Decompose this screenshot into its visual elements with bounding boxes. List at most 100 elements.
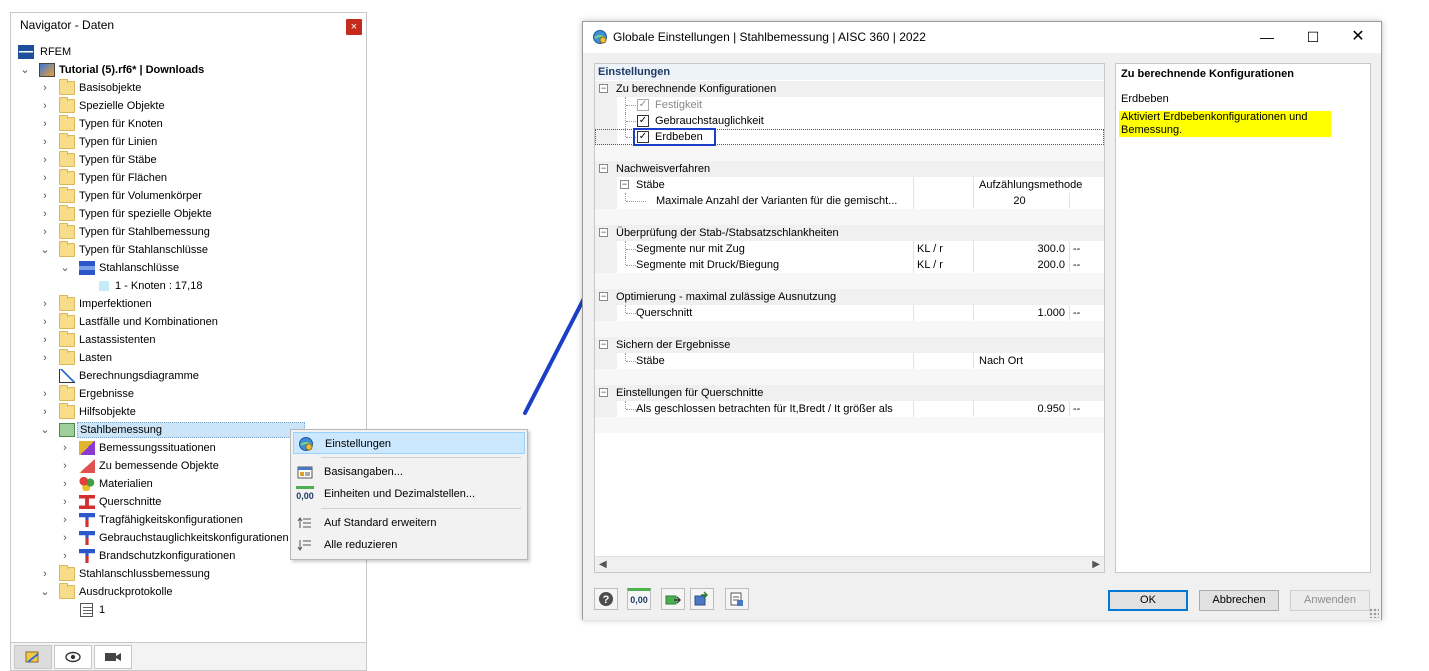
chevron-right-icon[interactable]: › bbox=[39, 151, 51, 169]
tree-label: Brandschutzkonfigurationen bbox=[99, 550, 236, 562]
festigkeit-checkbox[interactable]: ✓ bbox=[637, 99, 649, 111]
settings-grid: Einstellungen − Zu berechnende Konfigura… bbox=[594, 63, 1105, 573]
menu-item-label: Einheiten und Dezimalstellen... bbox=[324, 488, 476, 500]
sichern-value[interactable]: Nach Ort bbox=[973, 353, 1104, 369]
chevron-right-icon[interactable]: › bbox=[39, 97, 51, 115]
menu-item-basisangaben[interactable]: Basisangaben... bbox=[293, 461, 525, 483]
chevron-right-icon[interactable]: › bbox=[39, 187, 51, 205]
section-schlankheit[interactable]: − Überprüfung der Stab-/Stabsatzschlankh… bbox=[595, 225, 1104, 241]
grid-indent bbox=[595, 257, 617, 273]
scroll-right-icon[interactable]: ▶ bbox=[1092, 559, 1100, 570]
document-button[interactable] bbox=[725, 588, 749, 610]
chevron-right-icon[interactable]: › bbox=[59, 493, 71, 511]
horizontal-scrollbar[interactable]: ◀ ▶ bbox=[595, 556, 1104, 572]
row-gebrauchstauglichkeit[interactable]: ✓ Gebrauchstauglichkeit bbox=[595, 113, 1104, 129]
resize-grip[interactable] bbox=[1369, 608, 1379, 618]
chevron-right-icon[interactable]: › bbox=[39, 223, 51, 241]
collapse-icon[interactable]: − bbox=[599, 388, 608, 397]
menu-item-reduzieren[interactable]: Alle reduzieren bbox=[293, 534, 525, 556]
steel-connection-icon bbox=[79, 261, 95, 275]
section-querschnitte[interactable]: − Einstellungen für Querschnitte bbox=[595, 385, 1104, 401]
geschlossen-value[interactable]: 0.950 bbox=[973, 401, 1069, 417]
collapse-icon[interactable]: − bbox=[599, 292, 608, 301]
chevron-right-icon[interactable]: › bbox=[39, 79, 51, 97]
close-icon[interactable]: × bbox=[346, 19, 362, 35]
chevron-right-icon[interactable]: › bbox=[59, 439, 71, 457]
chevron-down-icon[interactable]: ⌄ bbox=[39, 583, 51, 601]
help-button[interactable]: ? bbox=[594, 588, 618, 610]
dialog-body: Einstellungen − Zu berechnende Konfigura… bbox=[583, 53, 1381, 620]
row-querschnitt[interactable]: Querschnitt 1.000 -- bbox=[595, 305, 1104, 321]
spacer-row bbox=[595, 145, 1104, 161]
row-segmente-zug[interactable]: Segmente nur mit Zug KL / r 300.0 -- bbox=[595, 241, 1104, 257]
chevron-down-icon[interactable]: ⌄ bbox=[39, 241, 51, 259]
section-nachweisverfahren[interactable]: − Nachweisverfahren bbox=[595, 161, 1104, 177]
chevron-right-icon[interactable]: › bbox=[39, 169, 51, 187]
row-segmente-druck[interactable]: Segmente mit Druck/Biegung KL / r 200.0 … bbox=[595, 257, 1104, 273]
chevron-down-icon[interactable]: ⌄ bbox=[19, 61, 31, 79]
menu-item-erweitern[interactable]: Auf Standard erweitern bbox=[293, 512, 525, 534]
chevron-down-icon[interactable]: ⌄ bbox=[39, 421, 51, 439]
chevron-right-icon[interactable]: › bbox=[39, 349, 51, 367]
close-icon[interactable]: ✕ bbox=[1348, 27, 1368, 47]
collapse-icon[interactable]: − bbox=[599, 84, 608, 93]
chevron-down-icon[interactable]: ⌄ bbox=[59, 259, 71, 277]
collapse-icon[interactable]: − bbox=[599, 340, 608, 349]
section-sichern[interactable]: − Sichern der Ergebnisse bbox=[595, 337, 1104, 353]
settings-globe-icon bbox=[297, 436, 315, 452]
export-button[interactable] bbox=[690, 588, 714, 610]
chevron-right-icon[interactable]: › bbox=[59, 511, 71, 529]
apply-button[interactable]: Anwenden bbox=[1290, 590, 1370, 611]
row-max-varianten[interactable]: Maximale Anzahl der Varianten für die ge… bbox=[595, 193, 1104, 209]
section-label: Überprüfung der Stab-/Stabsatzschlankhei… bbox=[616, 227, 839, 239]
row-sichern-staebe[interactable]: Stäbe Nach Ort bbox=[595, 353, 1104, 369]
decimal-places-button[interactable]: 0,00 bbox=[627, 588, 651, 610]
tree-line bbox=[626, 361, 636, 362]
max-varianten-value[interactable]: 20 bbox=[973, 193, 1069, 209]
row-staebe[interactable]: − Stäbe Aufzählungsmethode bbox=[595, 177, 1104, 193]
section-label: Zu berechnende Konfigurationen bbox=[616, 83, 777, 95]
chevron-right-icon[interactable]: › bbox=[39, 565, 51, 583]
tree-label: Typen für Knoten bbox=[79, 118, 163, 130]
section-optimierung[interactable]: − Optimierung - maximal zulässige Ausnut… bbox=[595, 289, 1104, 305]
querschnitt-value[interactable]: 1.000 bbox=[973, 305, 1069, 321]
info-description: Aktiviert Erdbebenkonfigurationen und Be… bbox=[1119, 111, 1331, 137]
scroll-left-icon[interactable]: ◀ bbox=[599, 559, 607, 570]
import-button[interactable] bbox=[661, 588, 685, 610]
chevron-right-icon[interactable]: › bbox=[59, 529, 71, 547]
gebrauchstauglichkeit-checkbox[interactable]: ✓ bbox=[637, 115, 649, 127]
segmente-druck-value[interactable]: 200.0 bbox=[973, 257, 1069, 273]
menu-item-einstellungen[interactable]: Einstellungen bbox=[293, 432, 525, 454]
row-festigkeit[interactable]: ✓ Festigkeit bbox=[595, 97, 1104, 113]
minimize-icon[interactable]: — bbox=[1257, 27, 1277, 47]
ok-button[interactable]: OK bbox=[1108, 590, 1188, 611]
tree-line bbox=[625, 353, 626, 361]
chevron-right-icon[interactable]: › bbox=[39, 403, 51, 421]
menu-item-einheiten[interactable]: 0,00 Einheiten und Dezimalstellen... bbox=[293, 483, 525, 505]
chevron-right-icon[interactable]: › bbox=[39, 385, 51, 403]
segmente-zug-value[interactable]: 300.0 bbox=[973, 241, 1069, 257]
views-tab-button[interactable] bbox=[94, 645, 132, 669]
row-geschlossen[interactable]: Als geschlossen betrachten für It,Bredt … bbox=[595, 401, 1104, 417]
maximize-icon[interactable]: ☐ bbox=[1303, 27, 1323, 47]
folder-icon bbox=[59, 187, 75, 203]
display-tab-button[interactable] bbox=[54, 645, 92, 669]
staebe-value[interactable]: Aufzählungsmethode bbox=[973, 177, 1104, 193]
collapse-icon[interactable]: − bbox=[599, 164, 608, 173]
data-tab-button[interactable] bbox=[14, 645, 52, 669]
cross-section-icon bbox=[79, 495, 95, 509]
cancel-button[interactable]: Abbrechen bbox=[1199, 590, 1279, 611]
section-konfigurationen[interactable]: − Zu berechnende Konfigurationen bbox=[595, 81, 1104, 97]
chevron-right-icon[interactable]: › bbox=[59, 457, 71, 475]
chevron-right-icon[interactable]: › bbox=[59, 547, 71, 565]
collapse-icon[interactable]: − bbox=[599, 228, 608, 237]
chevron-right-icon[interactable]: › bbox=[39, 331, 51, 349]
chevron-right-icon[interactable]: › bbox=[39, 295, 51, 313]
chevron-right-icon[interactable]: › bbox=[39, 115, 51, 133]
grid-indent bbox=[595, 353, 617, 369]
collapse-icon[interactable]: − bbox=[620, 180, 629, 189]
chevron-right-icon[interactable]: › bbox=[39, 205, 51, 223]
chevron-right-icon[interactable]: › bbox=[39, 133, 51, 151]
chevron-right-icon[interactable]: › bbox=[39, 313, 51, 331]
chevron-right-icon[interactable]: › bbox=[59, 475, 71, 493]
